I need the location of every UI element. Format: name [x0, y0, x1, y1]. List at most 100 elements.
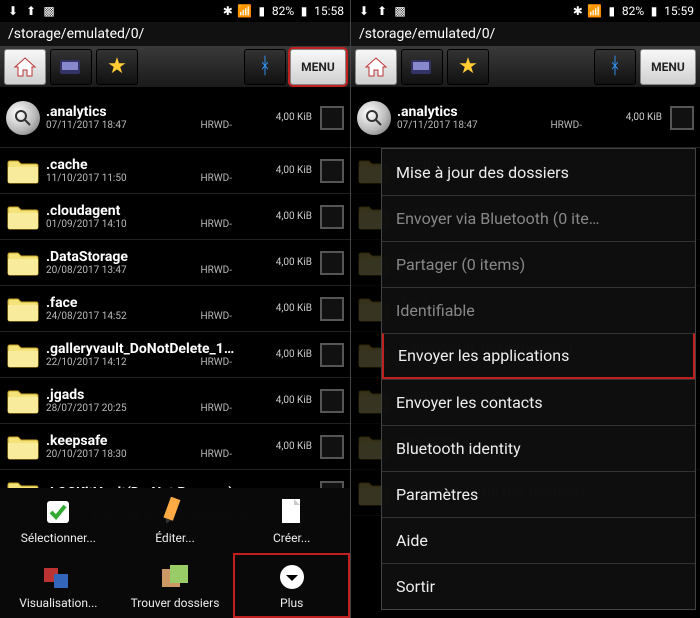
bluetooth-icon: ✱ — [571, 4, 585, 18]
file-row[interactable]: .DataStorage20/08/2017 13:47HRWD-4,00 Ki… — [0, 240, 350, 286]
file-perm: HRWD- — [201, 449, 233, 460]
bottom-menu-cards[interactable]: Trouver dossiers — [117, 553, 234, 618]
download-icon: ⬇ — [357, 4, 371, 18]
home-button[interactable] — [355, 49, 397, 85]
file-date: 07/11/2017 18:47 — [46, 120, 127, 131]
context-menu-item[interactable]: Bluetooth identity — [382, 425, 695, 471]
folder-icon — [6, 386, 40, 416]
folder-icon — [6, 294, 40, 324]
file-checkbox[interactable] — [320, 251, 344, 275]
path-bar[interactable]: /storage/emulated/0/ — [351, 22, 700, 46]
pencil-icon — [159, 496, 191, 528]
file-row[interactable]: .galleryvault_DoNotDelete_150848921322/1… — [0, 332, 350, 378]
file-text: .face24/08/2017 14:52HRWD- — [46, 295, 242, 322]
context-menu-item[interactable]: Mise à jour des dossiers — [382, 149, 695, 195]
menu-button[interactable]: MENU — [290, 49, 346, 85]
file-row[interactable]: .cache11/10/2017 11:50HRWD-4,00 KiB — [0, 148, 350, 194]
file-checkbox[interactable] — [320, 205, 344, 229]
file-perm: HRWD- — [201, 265, 233, 276]
context-menu-item[interactable]: Identifiable — [382, 287, 695, 333]
drives-button[interactable] — [401, 49, 443, 85]
wifi-icon: 📶 — [588, 4, 602, 18]
bluetooth-button[interactable]: ᚼ — [594, 49, 636, 85]
download-icon: ⬇ — [6, 4, 20, 18]
status-left-icons: ⬇ ⬆ ▩ — [357, 4, 407, 18]
menu-button[interactable]: MENU — [640, 49, 696, 85]
context-menu-item[interactable]: Paramètres — [382, 471, 695, 517]
app-icon: ▩ — [42, 4, 56, 18]
file-size: 4,00 KiB — [242, 112, 312, 123]
file-name: .analytics — [397, 104, 592, 120]
file-size: 4,00 KiB — [242, 211, 312, 222]
file-checkbox[interactable] — [320, 343, 344, 367]
file-date: 11/10/2017 11:50 — [46, 173, 127, 184]
bottom-menu-page[interactable]: Créer... — [233, 488, 350, 553]
file-name: .cache — [46, 157, 242, 173]
file-text: .keepsafe20/10/2017 18:30HRWD- — [46, 433, 242, 460]
file-checkbox[interactable] — [670, 106, 694, 130]
file-date: 01/09/2017 14:10 — [46, 219, 127, 230]
file-row[interactable]: .jgads28/07/2017 20:25HRWD-4,00 KiB — [0, 378, 350, 424]
check-icon — [42, 496, 74, 528]
file-row[interactable]: .face24/08/2017 14:52HRWD-4,00 KiB — [0, 286, 350, 332]
path-text: /storage/emulated/0/ — [359, 26, 495, 42]
drives-button[interactable] — [50, 49, 92, 85]
file-size: 4,00 KiB — [242, 441, 312, 452]
file-size: 4,00 KiB — [242, 303, 312, 314]
bluetooth-icon: ✱ — [221, 4, 235, 18]
file-perm: HRWD- — [201, 173, 233, 184]
file-row[interactable]: .LOCKitVault(Do Not Remove) — [0, 470, 350, 488]
file-checkbox[interactable] — [320, 106, 344, 130]
file-checkbox[interactable] — [320, 297, 344, 321]
bottom-menu-label: Visualisation... — [19, 596, 97, 610]
page-icon — [276, 496, 308, 528]
file-checkbox[interactable] — [320, 159, 344, 183]
favorites-button[interactable]: ★ — [447, 49, 489, 85]
file-date: 20/10/2017 18:30 — [46, 449, 127, 460]
toolbar: ★ ᚼ MENU — [0, 46, 350, 88]
file-name: .analytics — [46, 104, 242, 120]
file-row[interactable]: .analytics07/11/2017 18:47HRWD-4,00 KiB — [0, 88, 350, 148]
file-name: .DataStorage — [46, 249, 242, 265]
folder-icon — [6, 478, 40, 489]
context-menu-item[interactable]: Envoyer les contacts — [382, 379, 695, 425]
bottom-menu-check[interactable]: Sélectionner... — [0, 488, 117, 553]
context-menu-item[interactable]: Envoyer les applications — [382, 333, 695, 379]
bottom-menu-label: Éditer... — [155, 531, 195, 545]
folder-icon — [6, 248, 40, 278]
file-name: .galleryvault_DoNotDelete_1508489213 — [46, 341, 242, 357]
path-text: /storage/emulated/0/ — [8, 26, 144, 42]
file-perm: HRWD- — [551, 120, 583, 131]
context-menu-item[interactable]: Aide — [382, 517, 695, 563]
file-name: .jgads — [46, 387, 242, 403]
upload-icon: ⬆ — [375, 4, 389, 18]
bottom-menu-eye[interactable]: Visualisation... — [0, 553, 117, 618]
favorites-button[interactable]: ★ — [96, 49, 138, 85]
bottom-menu-pencil[interactable]: Éditer... — [117, 488, 234, 553]
file-checkbox[interactable] — [320, 435, 344, 459]
context-menu: Mise à jour des dossiersEnvoyer via Blue… — [381, 148, 696, 610]
status-bar: ⬇ ⬆ ▩ ✱ 📶 ▮ 82% ▮ 15:58 — [0, 0, 350, 22]
file-text: .galleryvault_DoNotDelete_150848921322/1… — [46, 341, 242, 368]
signal-icon: ▮ — [255, 4, 269, 18]
file-checkbox[interactable] — [320, 389, 344, 413]
file-row[interactable]: .analytics07/11/2017 18:47HRWD-4,00 KiB — [351, 88, 700, 148]
battery-text: 82% — [622, 4, 644, 18]
battery-icon: ▮ — [647, 4, 661, 18]
context-menu-item[interactable]: Partager (0 items) — [382, 241, 695, 287]
file-row[interactable]: .keepsafe20/10/2017 18:30HRWD-4,00 KiB — [0, 424, 350, 470]
context-menu-item[interactable]: Envoyer via Bluetooth (0 ite… — [382, 195, 695, 241]
context-menu-item[interactable]: Sortir — [382, 563, 695, 609]
file-perm: HRWD- — [201, 403, 233, 414]
file-list[interactable]: .analytics07/11/2017 18:47HRWD-4,00 KiB.… — [0, 88, 350, 488]
file-date: 22/10/2017 14:12 — [46, 357, 127, 368]
cards-icon — [159, 561, 191, 593]
file-checkbox[interactable] — [320, 481, 344, 489]
file-row[interactable]: .cloudagent01/09/2017 14:10HRWD-4,00 KiB — [0, 194, 350, 240]
upload-icon: ⬆ — [24, 4, 38, 18]
bluetooth-button[interactable]: ᚼ — [244, 49, 286, 85]
bottom-menu-more[interactable]: Plus — [233, 553, 350, 618]
screen-left: ⬇ ⬆ ▩ ✱ 📶 ▮ 82% ▮ 15:58 /storage/emulate… — [0, 0, 350, 618]
path-bar[interactable]: /storage/emulated/0/ — [0, 22, 350, 46]
home-button[interactable] — [4, 49, 46, 85]
